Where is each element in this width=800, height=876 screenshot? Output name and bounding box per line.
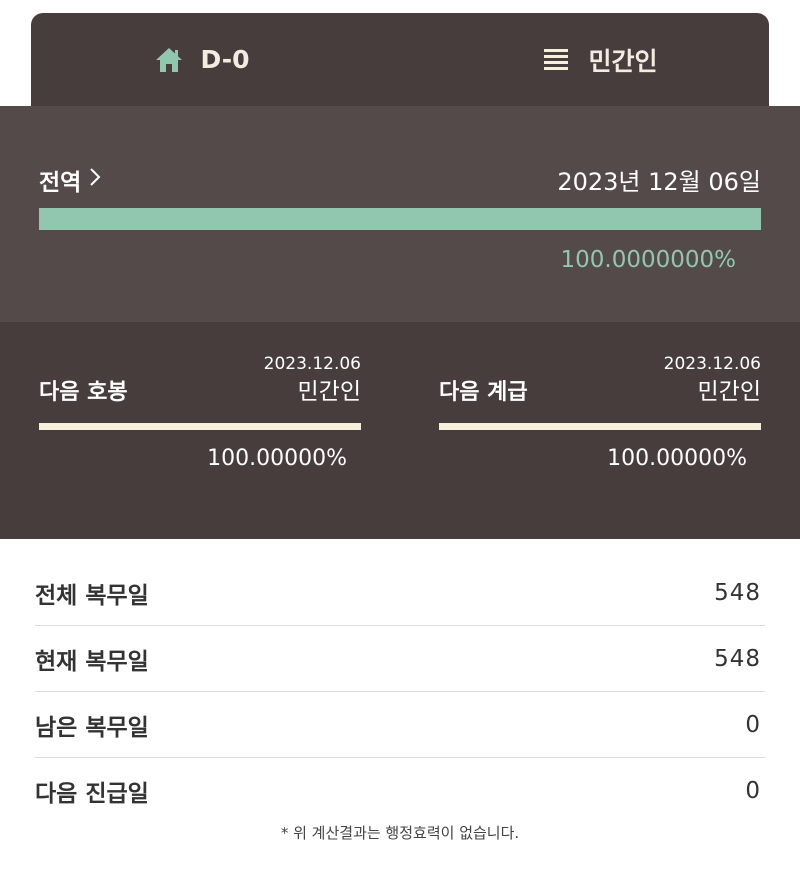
discharge-panel: 전역 2023년 12월 06일 100.0000000% <box>0 106 800 322</box>
next-pay-status: 민간인 <box>297 379 361 405</box>
disclaimer-footnote: * 위 계산결과는 행정효력이 없습니다. <box>280 824 520 842</box>
next-rank-title: 다음 계급 <box>439 380 528 405</box>
stat-value: 0 <box>745 778 761 804</box>
next-pay-progress-bar <box>39 423 361 430</box>
discharge-title-link[interactable]: 전역 <box>39 163 101 197</box>
stat-value: 548 <box>714 645 761 672</box>
stat-label: 현재 복무일 <box>35 648 149 675</box>
promotion-panel: 다음 호봉 2023.12.06 민간인 100.00000% 다음 계급 20… <box>0 322 800 539</box>
discharge-title: 전역 <box>39 169 82 196</box>
next-pay-title: 다음 호봉 <box>39 380 128 405</box>
stat-row-total-days: 전체 복무일 548 <box>35 560 765 626</box>
service-stats-list: 전체 복무일 548 현재 복무일 548 남은 복무일 0 다음 진급일 0 <box>35 560 765 824</box>
next-rank-status: 민간인 <box>697 379 761 405</box>
next-pay-grade-card: 다음 호봉 2023.12.06 민간인 100.00000% <box>39 354 361 514</box>
next-pay-percent: 100.00000% <box>207 446 347 471</box>
next-rank-date: 2023.12.06 <box>663 354 761 374</box>
next-rank-card: 다음 계급 2023.12.06 민간인 100.00000% <box>439 354 761 514</box>
home-icon <box>153 44 185 76</box>
next-rank-percent: 100.00000% <box>607 446 747 471</box>
discharge-date: 2023년 12월 06일 <box>557 168 761 196</box>
tab-dday-label: D-0 <box>200 45 250 74</box>
chevron-right-icon <box>89 167 101 193</box>
stat-label: 남은 복무일 <box>35 714 149 741</box>
discharge-progress-bar <box>39 208 761 230</box>
stat-label: 전체 복무일 <box>35 582 149 609</box>
tab-status-label: 민간인 <box>588 46 658 76</box>
tab-dday[interactable]: D-0 <box>31 13 419 106</box>
tab-status[interactable]: 민간인 <box>419 13 769 106</box>
stat-row-remaining-days: 남은 복무일 0 <box>35 692 765 758</box>
stat-value: 548 <box>714 579 761 606</box>
next-rank-progress-bar <box>439 423 761 430</box>
top-tab-bar: D-0 민간인 <box>31 13 769 106</box>
stat-value: 0 <box>745 711 761 738</box>
discharge-progress-fill <box>39 208 761 230</box>
stat-row-served-days: 현재 복무일 548 <box>35 626 765 692</box>
discharge-progress-percent: 100.0000000% <box>560 247 737 273</box>
next-rank-progress-fill <box>439 423 761 430</box>
next-pay-progress-fill <box>39 423 361 430</box>
stat-label: 다음 진급일 <box>35 781 149 807</box>
stat-row-next-promotion: 다음 진급일 0 <box>35 758 765 824</box>
next-pay-date: 2023.12.06 <box>263 354 361 374</box>
list-icon <box>540 44 572 76</box>
